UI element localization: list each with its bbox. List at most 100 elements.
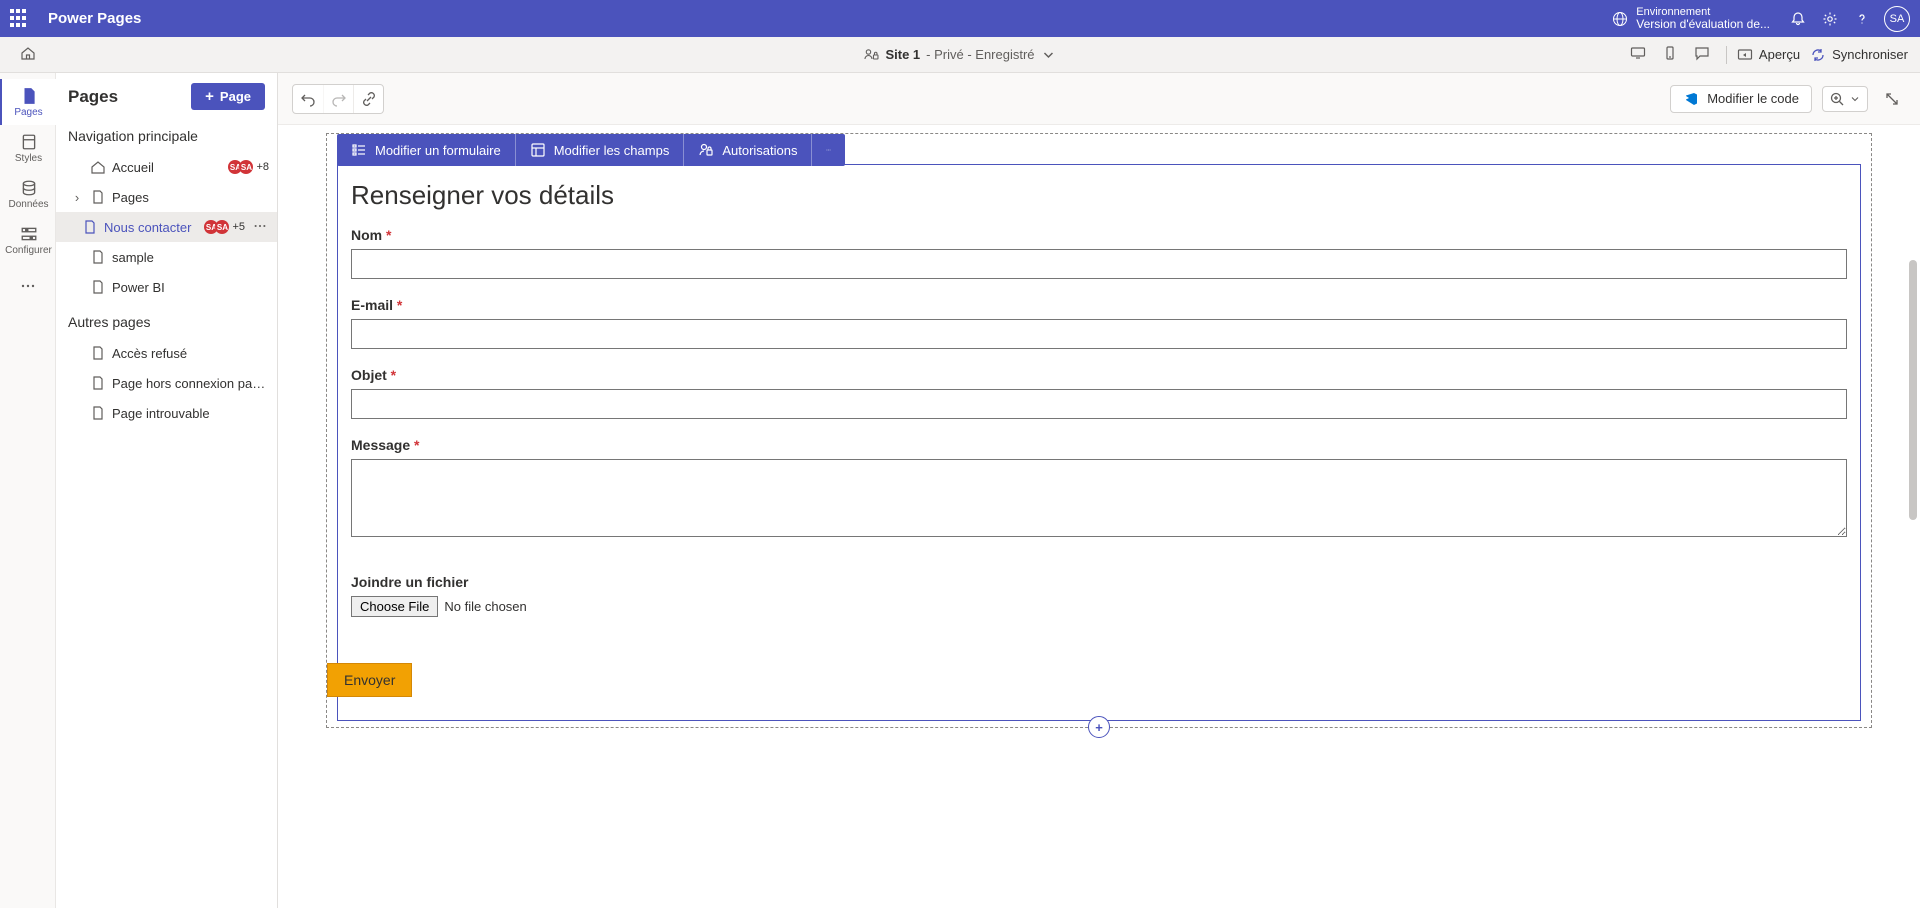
page-label: Power BI — [112, 280, 269, 295]
people-lock-icon — [863, 47, 879, 63]
field-label: Joindre un fichier — [351, 574, 1847, 590]
required-mark: * — [386, 227, 391, 243]
component-toolbar: Modifier un formulaire Modifier les cham… — [337, 134, 845, 166]
required-mark: * — [397, 297, 402, 313]
fullscreen-button[interactable] — [1878, 85, 1906, 113]
page-row-acces-refuse[interactable]: Accès refusé — [56, 338, 277, 368]
message-textarea[interactable] — [351, 459, 1847, 537]
rail-more[interactable] — [0, 267, 56, 305]
scrollbar[interactable] — [1909, 260, 1917, 520]
submit-button[interactable]: Envoyer — [327, 663, 412, 697]
app-launcher-icon[interactable] — [10, 9, 30, 29]
environment-picker[interactable]: Environnement Version d'évaluation de... — [1612, 6, 1770, 31]
home-button[interactable] — [0, 45, 56, 64]
sidebar-title: Pages — [68, 87, 118, 107]
page-icon — [90, 405, 106, 421]
form-body: Renseigner vos détails Nom * E-mail * Ob… — [327, 166, 1871, 717]
page-label: Page introuvable — [112, 406, 269, 421]
undo-icon — [300, 91, 316, 107]
page-row-pages[interactable]: › Pages — [56, 182, 277, 212]
edit-fields-button[interactable]: Modifier les champs — [515, 134, 684, 166]
rail-data[interactable]: Données — [0, 171, 56, 217]
page-row-nous-contacter[interactable]: Nous contacter SA SA +5 — [56, 212, 277, 242]
chevron-down-icon — [1849, 93, 1861, 105]
link-button[interactable] — [353, 85, 383, 113]
sync-button[interactable]: Synchroniser — [1810, 47, 1908, 63]
divider — [1726, 46, 1727, 64]
choose-file-button[interactable]: Choose File — [351, 596, 438, 617]
page-row-accueil[interactable]: Accueil SA SA +8 — [56, 152, 277, 182]
edit-fields-label: Modifier les champs — [554, 143, 670, 158]
subject-input[interactable] — [351, 389, 1847, 419]
page-row-introuvable[interactable]: Page introuvable — [56, 398, 277, 428]
redo-icon — [331, 91, 347, 107]
page-icon — [90, 249, 106, 265]
field-email: E-mail * — [351, 297, 1847, 349]
globe-icon — [1612, 11, 1628, 27]
gear-icon — [1822, 11, 1838, 27]
row-more-button[interactable] — [251, 219, 269, 236]
page-label: Page hors connexion par défaut — [112, 376, 269, 391]
user-avatar[interactable]: SA — [1884, 6, 1910, 32]
responsive-desktop-button[interactable] — [1630, 45, 1652, 64]
link-icon — [361, 91, 377, 107]
page-icon — [90, 189, 106, 205]
site-picker[interactable]: Site 1 - Privé - Enregistré — [863, 47, 1056, 63]
zoom-icon — [1829, 91, 1845, 107]
page-label: Accueil — [112, 160, 222, 175]
site-name: Site 1 — [885, 47, 920, 62]
permissions-label: Autorisations — [722, 143, 797, 158]
toolbar-more-button[interactable] — [811, 134, 845, 166]
preview-label: Aperçu — [1759, 47, 1800, 62]
rail-styles-label: Styles — [15, 153, 42, 164]
field-attach: Joindre un fichier Choose File No file c… — [351, 574, 1847, 617]
new-page-button[interactable]: + Page — [191, 83, 265, 110]
rail-pages[interactable]: Pages — [0, 79, 56, 125]
page-label: Nous contacter — [104, 220, 198, 235]
field-label: E-mail * — [351, 297, 1847, 313]
desktop-icon — [1630, 45, 1646, 61]
page-row-powerbi[interactable]: Power BI — [56, 272, 277, 302]
sync-label: Synchroniser — [1832, 47, 1908, 62]
permissions-button[interactable]: Autorisations — [683, 134, 811, 166]
rail-configure[interactable]: Configurer — [0, 217, 56, 263]
preview-button[interactable]: Aperçu — [1737, 47, 1800, 63]
redo-button[interactable] — [323, 85, 353, 113]
email-input[interactable] — [351, 319, 1847, 349]
rail-configure-label: Configurer — [5, 245, 52, 256]
help-button[interactable] — [1846, 3, 1878, 35]
page-icon — [90, 345, 106, 361]
plus-icon: + — [205, 89, 214, 104]
form-icon — [351, 142, 367, 158]
settings-button[interactable] — [1814, 3, 1846, 35]
rail-styles[interactable]: Styles — [0, 125, 56, 171]
notifications-button[interactable] — [1782, 3, 1814, 35]
page-icon — [90, 279, 106, 295]
site-status: - Privé - Enregistré — [926, 47, 1034, 62]
presence-count: +8 — [256, 161, 269, 173]
responsive-mobile-button[interactable] — [1662, 45, 1684, 64]
name-input[interactable] — [351, 249, 1847, 279]
comments-button[interactable] — [1694, 45, 1716, 64]
field-subject: Objet * — [351, 367, 1847, 419]
page-icon — [82, 219, 98, 235]
edit-form-button[interactable]: Modifier un formulaire — [337, 134, 515, 166]
canvas-toolbar: Modifier le code — [278, 73, 1920, 125]
page-row-sample[interactable]: sample — [56, 242, 277, 272]
new-page-label: Page — [220, 89, 251, 104]
fields-icon — [530, 142, 546, 158]
left-rail: Pages Styles Données Configurer — [0, 73, 56, 908]
environment-name: Version d'évaluation de... — [1636, 18, 1770, 31]
undo-button[interactable] — [293, 85, 323, 113]
chevron-right-icon[interactable]: › — [70, 190, 84, 205]
styles-icon — [20, 133, 38, 151]
edit-code-button[interactable]: Modifier le code — [1670, 85, 1812, 113]
expand-icon — [1884, 91, 1900, 107]
form-component-wrapper[interactable]: Modifier un formulaire Modifier les cham… — [326, 133, 1872, 728]
product-brand: Power Pages — [48, 10, 141, 27]
zoom-control[interactable] — [1822, 86, 1868, 112]
home-icon — [90, 159, 106, 175]
page-row-hors-connexion[interactable]: Page hors connexion par défaut — [56, 368, 277, 398]
bell-icon — [1790, 11, 1806, 27]
add-section-button[interactable]: + — [1088, 716, 1110, 738]
